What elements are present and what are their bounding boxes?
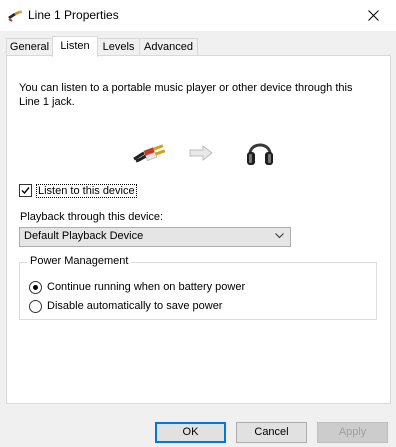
playback-device-select[interactable]: Default Playback Device [19,227,291,247]
window-title: Line 1 Properties [28,8,119,22]
tab-advanced[interactable]: Advanced [139,38,198,56]
power-management-group: Power Management Continue running when o… [19,255,377,320]
audio-jack-icon [133,144,166,163]
radio-disable-automatically[interactable]: Disable automatically to save power [29,299,222,313]
listen-checkbox-row[interactable]: Listen to this device [19,183,137,198]
audio-jack-icon [8,10,22,22]
tab-strip: General Listen Levels Advanced [0,31,396,57]
checkmark-icon [21,187,30,195]
radio-disable-label[interactable]: Disable automatically to save power [47,300,222,312]
close-icon [367,9,379,21]
radio-continue-label[interactable]: Continue running when on battery power [47,281,245,293]
cancel-button[interactable]: Cancel [236,422,307,443]
tab-levels[interactable]: Levels [97,38,140,56]
ok-button[interactable]: OK [155,422,226,443]
radio-selected-dot [33,284,38,290]
headphones-icon [247,143,273,165]
tab-listen[interactable]: Listen [52,36,98,57]
title-bar: Line 1 Properties [0,0,396,31]
listen-checkbox[interactable] [19,184,32,197]
radio-continue-running[interactable]: Continue running when on battery power [29,280,245,294]
listen-description: You can listen to a portable music playe… [19,82,353,108]
listen-panel: You can listen to a portable music playe… [6,55,391,404]
arrow-right-icon [189,145,213,161]
apply-button[interactable]: Apply [317,422,388,443]
chevron-down-icon [275,233,284,239]
power-management-title: Power Management [27,255,132,267]
tab-general[interactable]: General [6,38,53,56]
radio-disable-button[interactable] [29,299,42,313]
playback-device-value: Default Playback Device [24,230,144,242]
close-button[interactable] [350,0,396,30]
listen-checkbox-label[interactable]: Listen to this device [36,183,137,198]
playback-label: Playback through this device: [20,211,164,223]
radio-continue-button[interactable] [29,280,42,294]
